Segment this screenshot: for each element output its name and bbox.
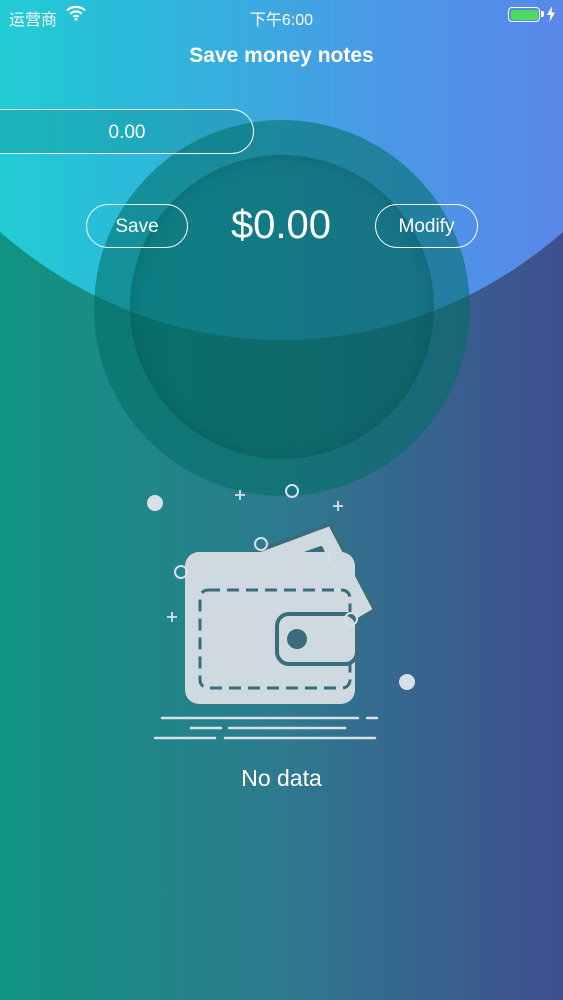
app-screen: 运营商 下午6:00 Save money notes 0.00 Save $0… — [0, 0, 563, 1000]
battery-icon — [508, 7, 540, 22]
charging-bolt-icon — [546, 6, 556, 27]
battery-tip — [541, 11, 544, 17]
status-time: 下午6:00 — [249, 12, 314, 29]
empty-state-message: No data — [241, 765, 322, 791]
save-button[interactable]: Save — [86, 204, 188, 248]
decorative-circle-inner — [130, 155, 434, 459]
page-title: Save money notes — [189, 44, 374, 67]
status-bar: 运营商 下午6:00 — [0, 0, 563, 30]
modify-button[interactable]: Modify — [375, 204, 478, 248]
total-amount: $0.00 — [230, 203, 332, 247]
amount-input[interactable]: 0.00 — [0, 109, 254, 154]
wallet-icon — [145, 478, 425, 748]
